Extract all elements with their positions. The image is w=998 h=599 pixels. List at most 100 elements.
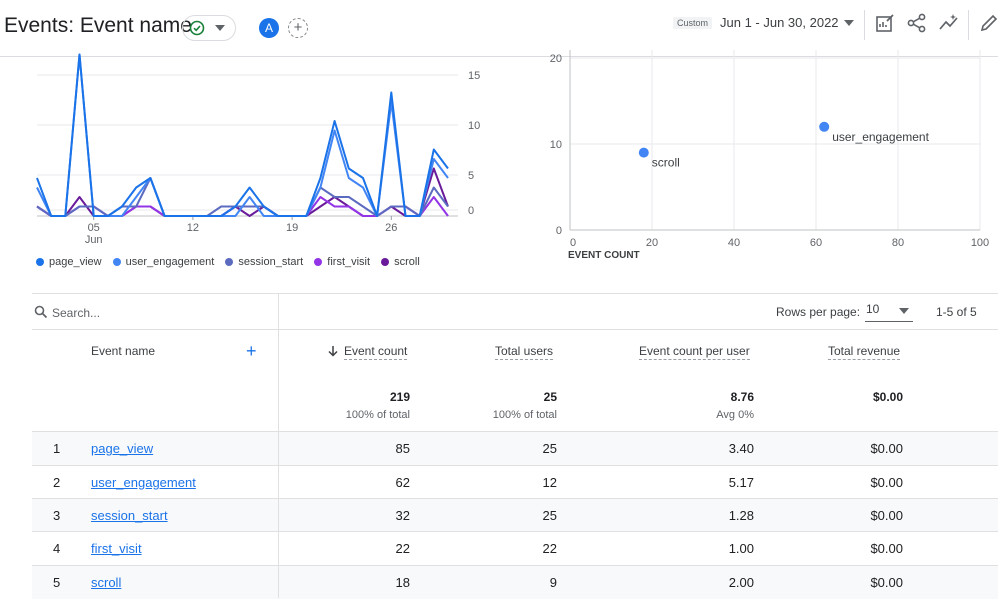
total-revenue-cell: $0.00 xyxy=(870,508,903,523)
column-header-total-revenue[interactable]: Total revenue xyxy=(828,344,901,360)
legend-label: session_start xyxy=(238,256,304,268)
total-users-cell: 9 xyxy=(549,575,557,590)
add-comparison-button[interactable]: + xyxy=(288,18,308,38)
event-count-cell: 32 xyxy=(395,508,410,523)
row-rank: 4 xyxy=(53,541,61,556)
date-range-chevron-icon[interactable] xyxy=(844,20,854,26)
x-month-label: Jun xyxy=(85,234,103,246)
scatter-chart: 201000 20 40 60 80 100EVENT COUNTscrolluser_e… xyxy=(550,50,989,261)
y-tick-label: 0 xyxy=(556,225,562,237)
column-header-event-count[interactable]: Event count xyxy=(344,344,408,360)
event-count-per-user-cell: 1.28 xyxy=(728,508,754,523)
x-tick-label: 19 xyxy=(286,222,298,234)
custom-range-chip: Custom xyxy=(673,17,713,29)
legend-swatch xyxy=(112,258,121,266)
pagination-status: 1-5 of 5 xyxy=(936,305,977,319)
total-revenue-cell: $0.00 xyxy=(870,475,903,490)
event-name-link[interactable]: first_visit xyxy=(91,541,142,556)
y-tick-label: 5 xyxy=(468,170,474,182)
total-revenue-cell: $0.00 xyxy=(870,441,903,456)
event-count-per-user-cell: 5.17 xyxy=(728,475,754,490)
total-users-cell: 25 xyxy=(542,508,557,523)
report-header: Events: Event name A + Custom Jun 1 - Ju… xyxy=(0,0,998,57)
row-rank: 2 xyxy=(53,475,61,490)
x-axis-title: EVENT COUNT xyxy=(568,250,640,261)
report-status-chip[interactable] xyxy=(182,15,236,41)
event-name-link[interactable]: scroll xyxy=(91,575,121,590)
legend-label: page_view xyxy=(49,256,102,268)
x-tick-label: 05 xyxy=(88,222,100,234)
date-range-picker[interactable]: Jun 1 - Jun 30, 2022 xyxy=(720,15,839,30)
series-line-page-view xyxy=(36,53,449,217)
y-tick-label: 10 xyxy=(468,120,480,132)
pencil-icon[interactable] xyxy=(978,12,998,34)
legend-item-session-start[interactable]: session_start xyxy=(225,256,303,268)
panel-divider xyxy=(32,293,998,294)
rows-per-page-select[interactable]: 10 xyxy=(865,301,913,322)
add-dimension-button[interactable]: + xyxy=(246,342,257,360)
x-tick-label: 26 xyxy=(385,222,397,234)
comparison-avatar[interactable]: A xyxy=(259,18,279,38)
total-revenue-cell: $0.00 xyxy=(870,541,903,556)
x-tick-label: 20 xyxy=(646,237,658,249)
y-tick-label: 15 xyxy=(468,70,480,82)
total-revenue-value: $0.00 xyxy=(872,390,903,404)
x-tick-label: 60 xyxy=(810,237,822,249)
event-count-cell: 18 xyxy=(395,575,410,590)
insights-icon[interactable] xyxy=(938,12,960,34)
scatter-point-label: scroll xyxy=(652,156,680,170)
event-name-link[interactable]: user_engagement xyxy=(91,475,196,490)
event-count-cell: 62 xyxy=(395,475,410,490)
check-circle-icon xyxy=(189,20,205,36)
total-users-share: 100% of total xyxy=(492,409,557,421)
table-divider xyxy=(32,329,998,330)
legend-label: user_engagement xyxy=(125,256,215,268)
total-event-count-per-user-avg: Avg 0% xyxy=(716,409,754,421)
legend-item-first-visit[interactable]: first_visit xyxy=(314,256,370,268)
row-rank: 5 xyxy=(53,575,61,590)
total-users-value: 25 xyxy=(543,390,557,404)
search-input[interactable] xyxy=(50,302,264,324)
column-header-event-name[interactable]: Event name xyxy=(91,344,155,358)
legend-item-page-view[interactable]: page_view xyxy=(36,256,102,268)
event-count-per-user-cell: 1.00 xyxy=(728,541,754,556)
row-rank: 3 xyxy=(53,508,61,523)
total-event-count-per-user: 8.76 xyxy=(730,390,754,404)
arrow-down-icon[interactable] xyxy=(328,346,338,357)
column-header-event-count-per-user[interactable]: Event count per user xyxy=(639,344,750,360)
x-tick-label: 40 xyxy=(728,237,740,249)
y-tick-label: 20 xyxy=(550,53,562,65)
event-count-per-user-cell: 3.40 xyxy=(728,441,754,456)
customize-report-icon[interactable] xyxy=(874,12,896,34)
y-tick-label: 10 xyxy=(550,139,562,151)
legend-label: scroll xyxy=(394,256,420,268)
legend-item-user-engagement[interactable]: user_engagement xyxy=(112,256,215,268)
chevron-down-icon xyxy=(899,308,909,314)
rows-per-page-label: Rows per page: xyxy=(776,305,861,319)
table-column-divider xyxy=(278,293,279,598)
scatter-point-user-engagement xyxy=(819,121,830,132)
legend-swatch xyxy=(36,258,44,266)
total-users-cell: 12 xyxy=(542,475,557,490)
share-icon[interactable] xyxy=(906,12,928,34)
rows-per-page-value: 10 xyxy=(866,302,880,316)
toolbar-divider xyxy=(968,10,969,40)
total-users-cell: 22 xyxy=(542,541,557,556)
legend-item-scroll[interactable]: scroll xyxy=(381,256,420,268)
x-tick-label: 100 xyxy=(971,237,989,249)
event-name-link[interactable]: session_start xyxy=(91,508,168,523)
event-count-cell: 85 xyxy=(395,441,410,456)
y-tick-label: 0 xyxy=(468,205,474,217)
legend-swatch xyxy=(381,258,390,266)
scatter-point-label: user_engagement xyxy=(832,130,929,144)
legend-swatch xyxy=(314,258,323,266)
event-count-per-user-cell: 2.00 xyxy=(728,575,754,590)
legend-label: first_visit xyxy=(327,256,371,268)
scatter-point-scroll xyxy=(638,147,649,158)
x-tick-label: 0 xyxy=(570,237,576,249)
row-rank: 1 xyxy=(53,441,61,456)
legend-swatch xyxy=(225,258,234,266)
x-tick-label: 80 xyxy=(892,237,904,249)
event-name-link[interactable]: page_view xyxy=(91,441,153,456)
column-header-total-users[interactable]: Total users xyxy=(495,344,554,360)
